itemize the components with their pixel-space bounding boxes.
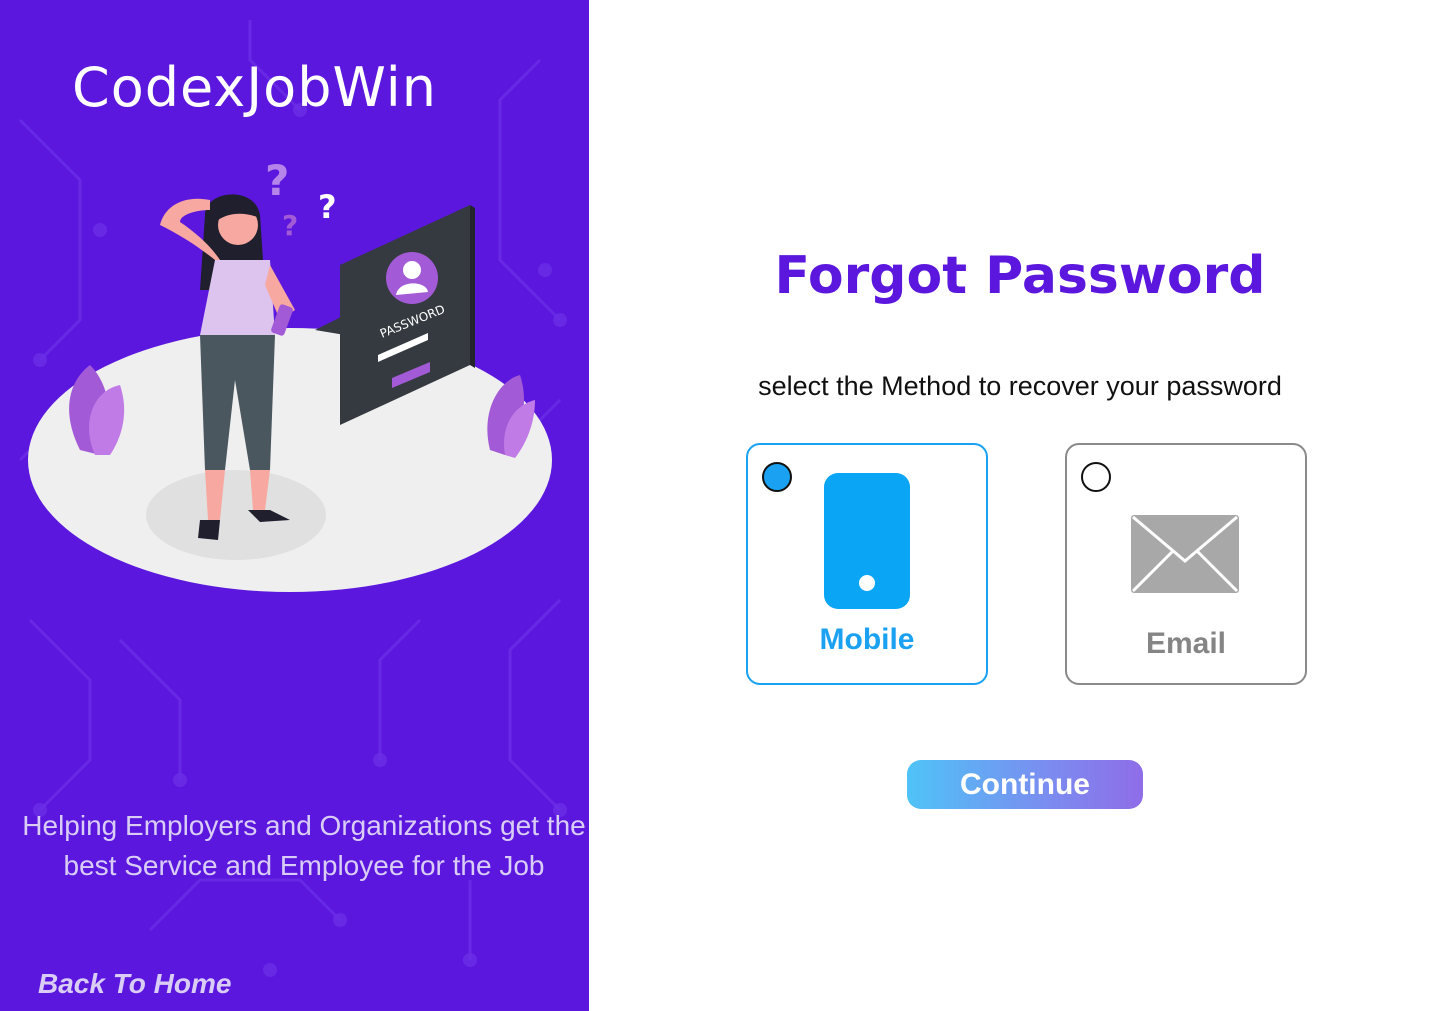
mobile-option-label: Mobile [819, 623, 915, 656]
page-title: Forgot Password [774, 246, 1266, 306]
email-radio-button[interactable] [1081, 462, 1111, 492]
page-subtitle: select the Method to recover your passwo… [758, 371, 1282, 401]
email-option-label: Email [1145, 627, 1227, 660]
mobile-radio-button[interactable] [762, 462, 792, 492]
svg-text:?: ? [265, 156, 289, 205]
left-panel: CodexJobWin PASSWORD ? ? ? Helping Emplo… [0, 0, 589, 1011]
mobile-phone-icon [824, 473, 910, 609]
svg-text:?: ? [282, 209, 298, 242]
tagline: Helping Employers and Organizations get … [22, 810, 586, 881]
back-to-home-link[interactable]: Back To Home [38, 968, 231, 1000]
forgot-password-illustration: PASSWORD ? ? ? [28, 156, 552, 592]
svg-text:?: ? [318, 188, 337, 226]
email-option-card[interactable]: Email [1065, 443, 1307, 685]
envelope-icon [1131, 515, 1239, 593]
continue-button[interactable]: Continue [907, 760, 1143, 809]
brand-logo-text: CodexJobWin [72, 56, 437, 119]
mobile-option-card[interactable]: Mobile [746, 443, 988, 685]
